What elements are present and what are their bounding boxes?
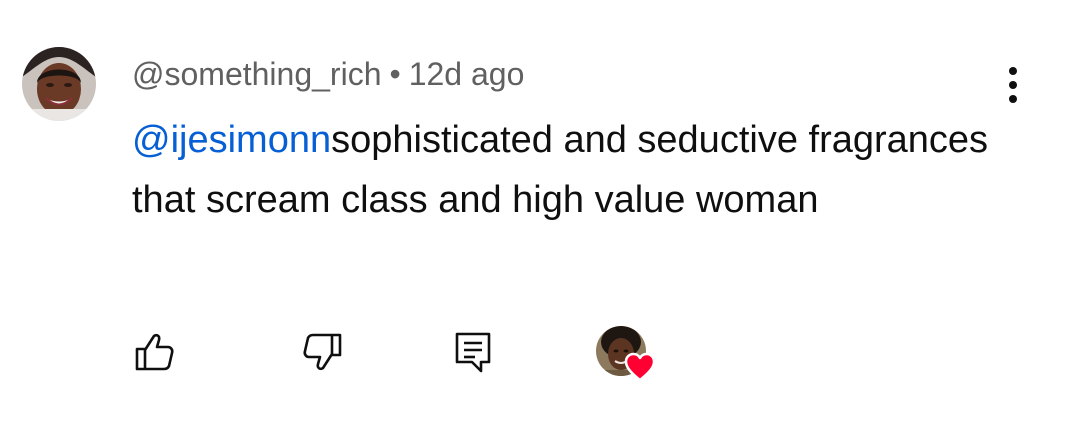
thumbs-up-icon [135, 333, 174, 371]
author-handle[interactable]: @something_rich [132, 56, 381, 92]
dislike-button[interactable] [299, 328, 347, 376]
comment-body: @ijesimonnsophisticated and seductive fr… [132, 110, 1012, 230]
thumbs-down-icon [303, 333, 342, 371]
more-options-button[interactable] [996, 62, 1030, 108]
commenter-avatar[interactable] [22, 47, 96, 121]
comment-timestamp: 12d ago [408, 56, 525, 92]
meta-separator: • [389, 56, 401, 92]
like-button[interactable] [130, 328, 178, 376]
vertical-dots-icon [1009, 67, 1017, 103]
creator-heart [596, 326, 660, 384]
heart-icon [624, 352, 656, 382]
mention-link[interactable]: @ijesimonn [132, 119, 331, 161]
reply-button[interactable] [449, 328, 497, 376]
comment-meta: @something_rich • 12d ago [132, 54, 524, 94]
comment-icon [455, 332, 491, 373]
